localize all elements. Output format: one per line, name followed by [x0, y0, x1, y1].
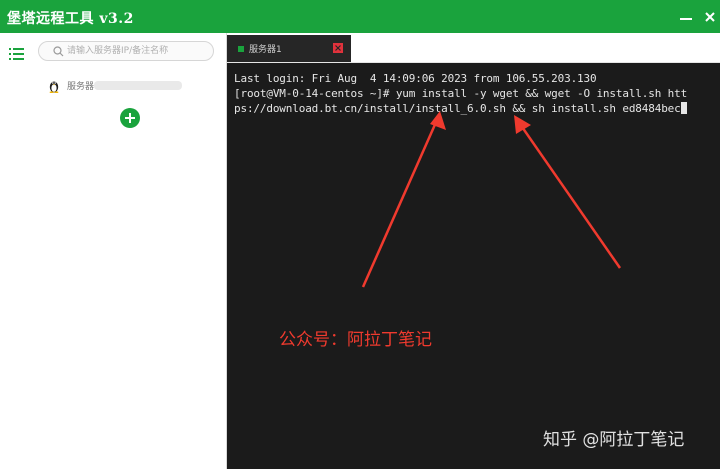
search-box: [38, 41, 214, 61]
arrow-right: [514, 115, 622, 269]
server-ip-redacted: [94, 81, 182, 90]
server-name: 服务器: [67, 82, 95, 92]
annotation-label: 公众号：阿拉丁笔记: [279, 330, 432, 350]
title-bar: 堡塔远程工具 v3.2: [0, 0, 720, 33]
linux-penguin-icon: [49, 81, 59, 93]
minimize-icon: [680, 18, 692, 20]
server-list-item[interactable]: 服务器: [48, 78, 188, 94]
list-menu-icon[interactable]: [9, 45, 25, 60]
terminal[interactable]: Last login: Fri Aug 4 14:09:06 2023 from…: [227, 63, 720, 469]
tab-bar: 服务器1: [227, 33, 720, 63]
annotation-arrows: [361, 111, 622, 288]
close-button[interactable]: [700, 8, 720, 26]
app-title: 堡塔远程工具 v3.2: [7, 11, 134, 27]
arrow-left: [361, 111, 446, 288]
tab-server-1[interactable]: 服务器1: [227, 35, 351, 62]
sidebar: 服务器: [0, 33, 227, 469]
search-input[interactable]: [67, 44, 207, 58]
tab-label: 服务器1: [249, 45, 282, 55]
minimize-button[interactable]: [676, 8, 696, 26]
add-server-button[interactable]: [120, 108, 140, 128]
close-icon: [705, 12, 715, 22]
search-icon: [53, 46, 64, 57]
app-window: 堡塔远程工具 v3.2 请输入服务器IP/备注名称 服务器 服务器1 Last …: [0, 0, 720, 469]
connection-status-dot: [238, 46, 244, 52]
watermark: 知乎 @阿拉丁笔记: [543, 430, 685, 450]
close-icon[interactable]: [333, 43, 343, 53]
